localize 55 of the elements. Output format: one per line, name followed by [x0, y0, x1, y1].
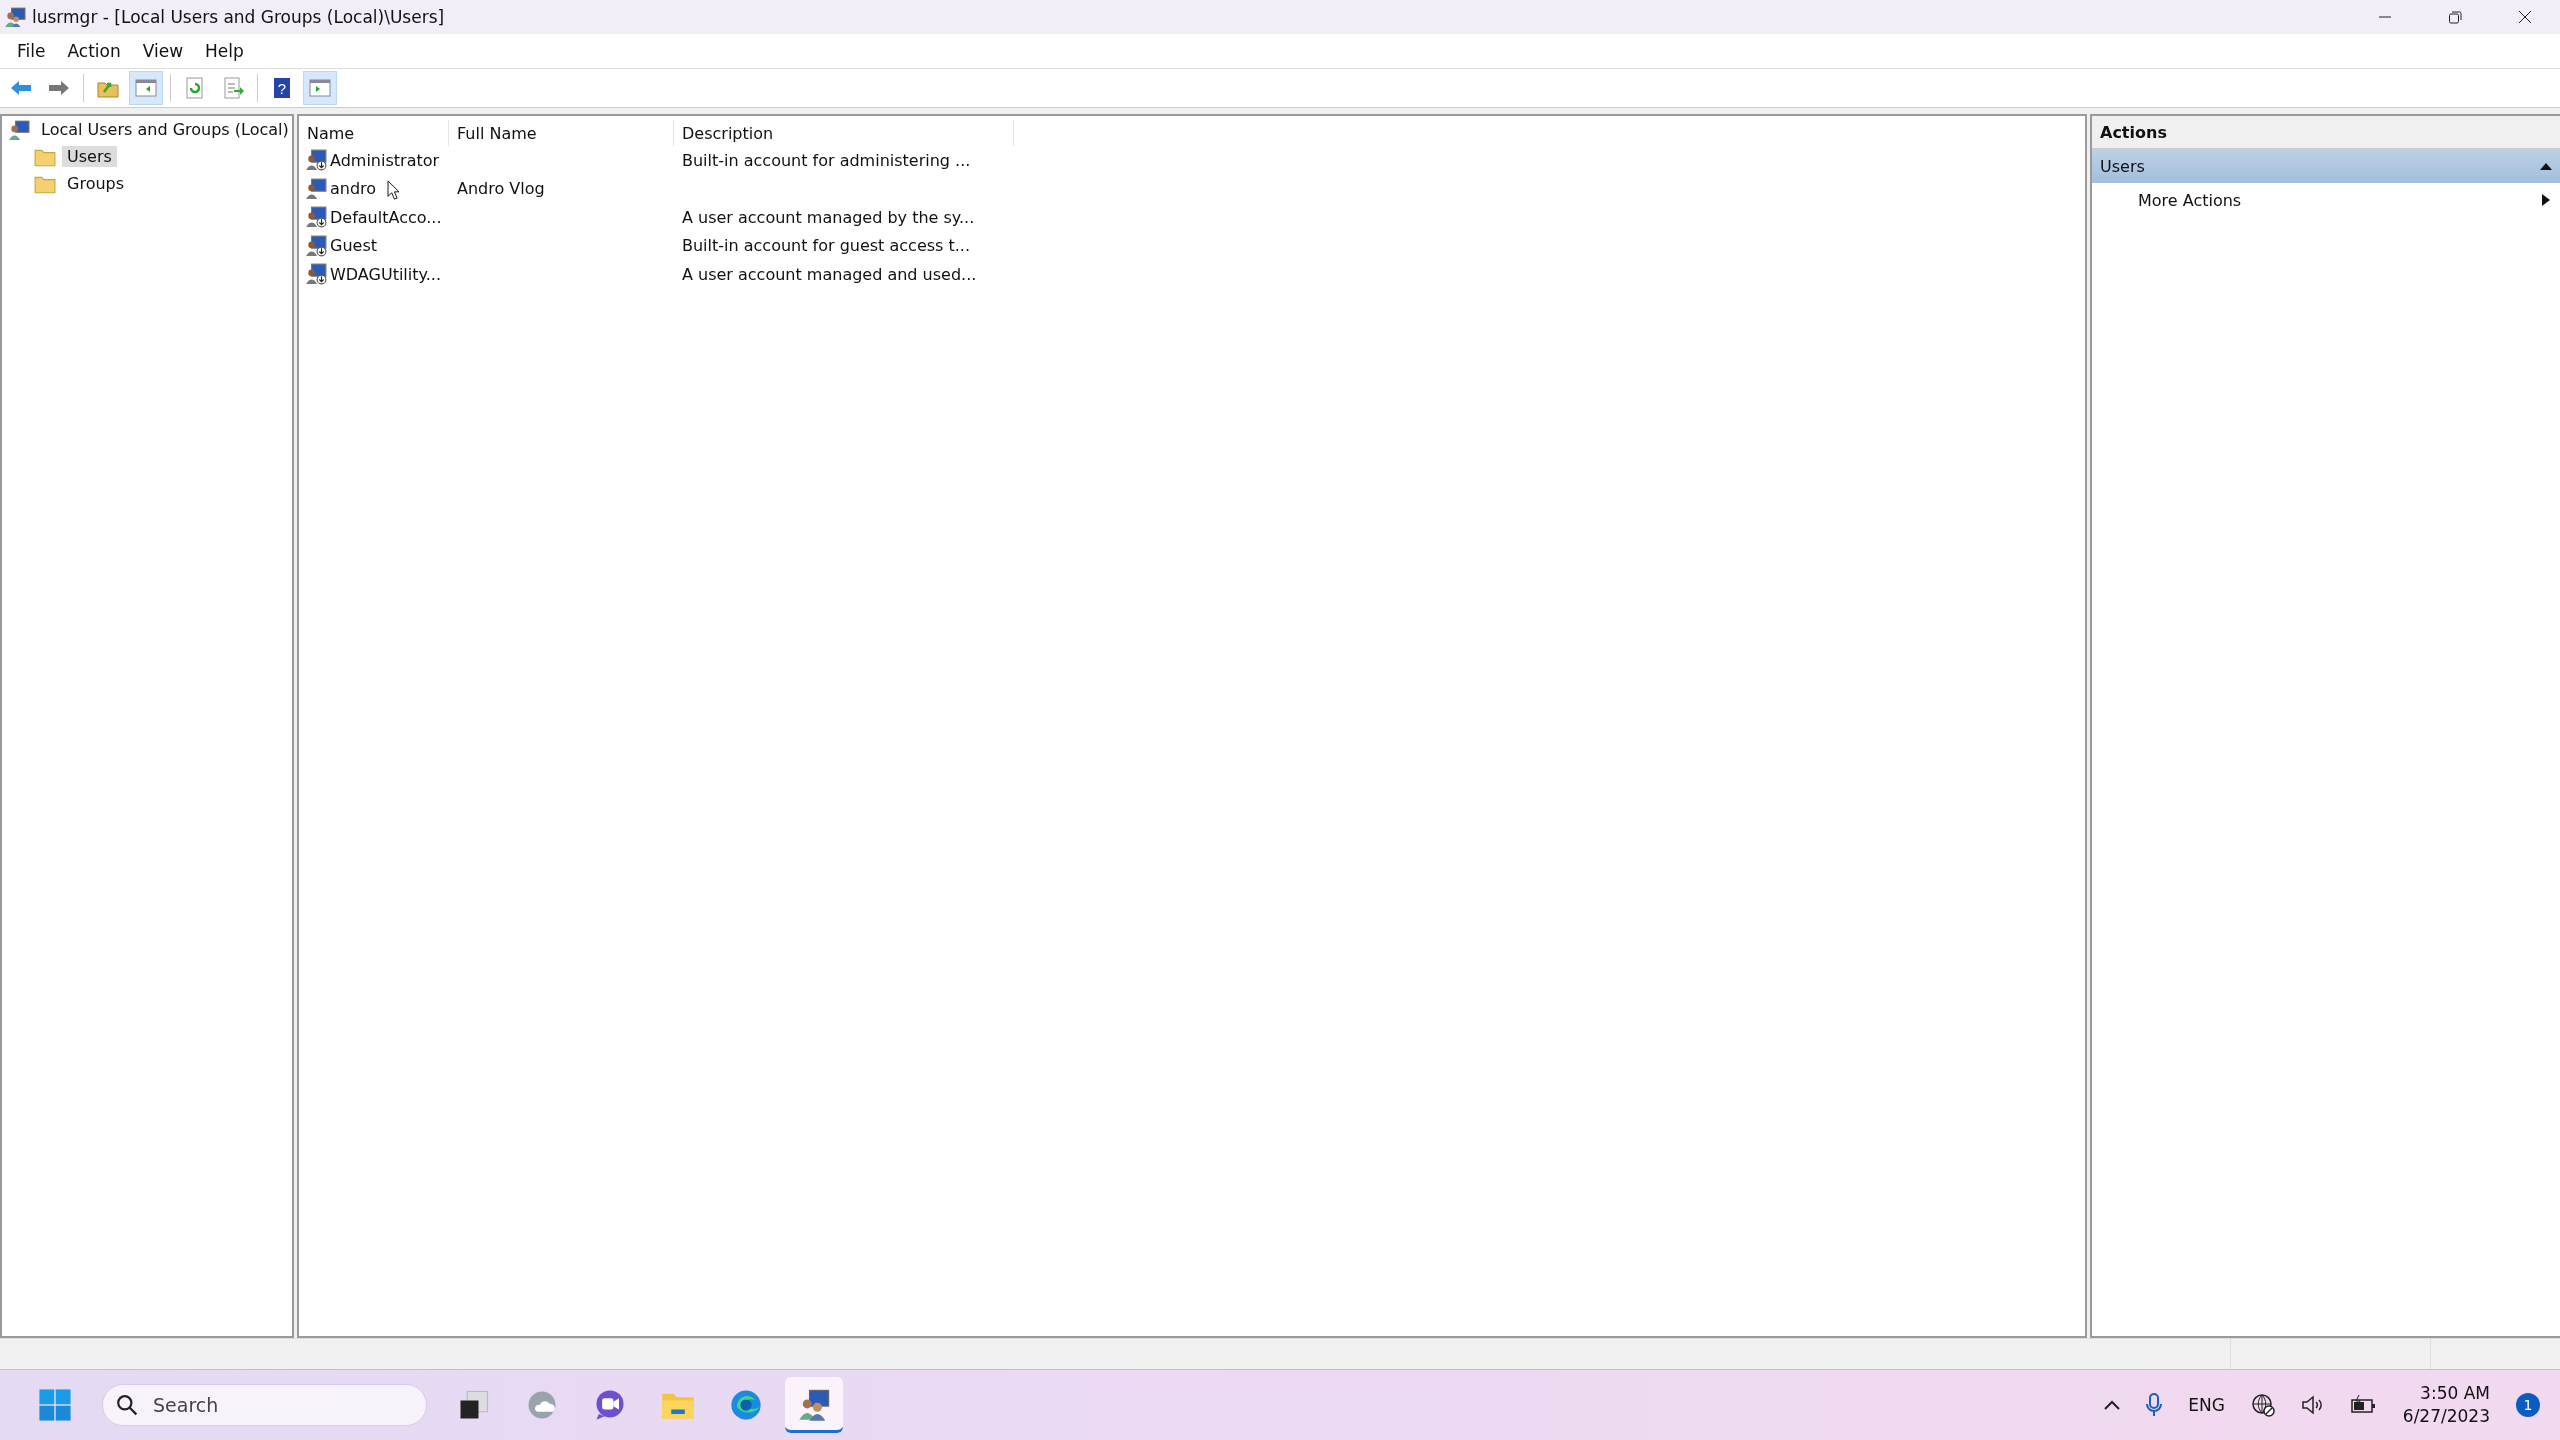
column-header[interactable]: Name: [299, 120, 449, 146]
tree-item[interactable]: Users: [62, 146, 117, 167]
description: Built-in account for guest access t...: [681, 236, 971, 256]
actions-header: Actions: [2092, 116, 2560, 149]
user-name[interactable]: DefaultAcco...: [330, 207, 442, 227]
export-list-icon: [221, 76, 245, 100]
globe-icon[interactable]: [2250, 1393, 2275, 1417]
user-name[interactable]: Administrator: [330, 150, 440, 170]
search-field[interactable]: Search: [102, 1384, 427, 1426]
window-title: lusrmgr - [Local Users and Groups (Local)\Users]: [32, 7, 446, 27]
menu-item[interactable]: File: [6, 38, 57, 64]
speaker-icon[interactable]: [2300, 1393, 2325, 1417]
users-computer-icon: [796, 1387, 832, 1423]
restore-icon: [2447, 9, 2463, 25]
tree-item[interactable]: Groups: [62, 173, 130, 194]
menu-item[interactable]: Action: [56, 38, 132, 64]
show-tree-button[interactable]: [129, 71, 163, 105]
users-computer-icon: [8, 118, 30, 141]
notification-badge[interactable]: 1: [2516, 1393, 2540, 1417]
column-header[interactable]: Full Name: [449, 120, 674, 146]
battery-icon[interactable]: [2350, 1395, 2377, 1415]
windows-logo-icon: [38, 1388, 72, 1422]
user-icon: [305, 177, 327, 200]
user-icon: [305, 149, 327, 172]
minimize-icon: [2377, 16, 2393, 18]
user-name[interactable]: Guest: [330, 236, 377, 256]
browser-icon: [728, 1387, 764, 1423]
user-icon: [305, 263, 327, 286]
menu-item[interactable]: Help: [194, 38, 255, 64]
users-app-button[interactable]: [785, 1377, 843, 1433]
show-action-pane-button[interactable]: [303, 71, 337, 105]
description: A user account managed by the sy...: [681, 207, 976, 227]
user-icon: [305, 206, 327, 229]
column-header[interactable]: Description: [674, 120, 1014, 146]
pane-icon: [308, 76, 332, 100]
description: A user account managed and used...: [681, 264, 978, 284]
close-icon: [2517, 9, 2533, 25]
tree-item[interactable]: Local Users and Groups (Local): [36, 119, 294, 140]
menu-item[interactable]: View: [131, 38, 195, 64]
description: Built-in account for administering ...: [681, 150, 972, 170]
user-name[interactable]: andro: [330, 179, 377, 199]
mouse-pointer-icon: [387, 180, 400, 200]
microphone-icon[interactable]: [2146, 1393, 2163, 1417]
clock-date[interactable]: 6/27/2023: [2402, 1405, 2490, 1428]
language-indicator[interactable]: ENG: [2188, 1395, 2225, 1415]
users-computer-icon: [4, 6, 26, 28]
chevron-up-icon[interactable]: [2104, 1400, 2121, 1410]
submenu-arrow-icon: [2542, 194, 2550, 206]
actions-section-header[interactable]: Users: [2092, 149, 2560, 183]
pane-icon: [134, 76, 158, 100]
action-item[interactable]: More Actions: [2092, 183, 2560, 217]
user-name[interactable]: WDAGUtility...: [330, 264, 441, 284]
user-icon: [305, 234, 327, 257]
full-name: Andro Vlog: [456, 179, 546, 199]
clock-time[interactable]: 3:50 AM: [2420, 1382, 2490, 1405]
